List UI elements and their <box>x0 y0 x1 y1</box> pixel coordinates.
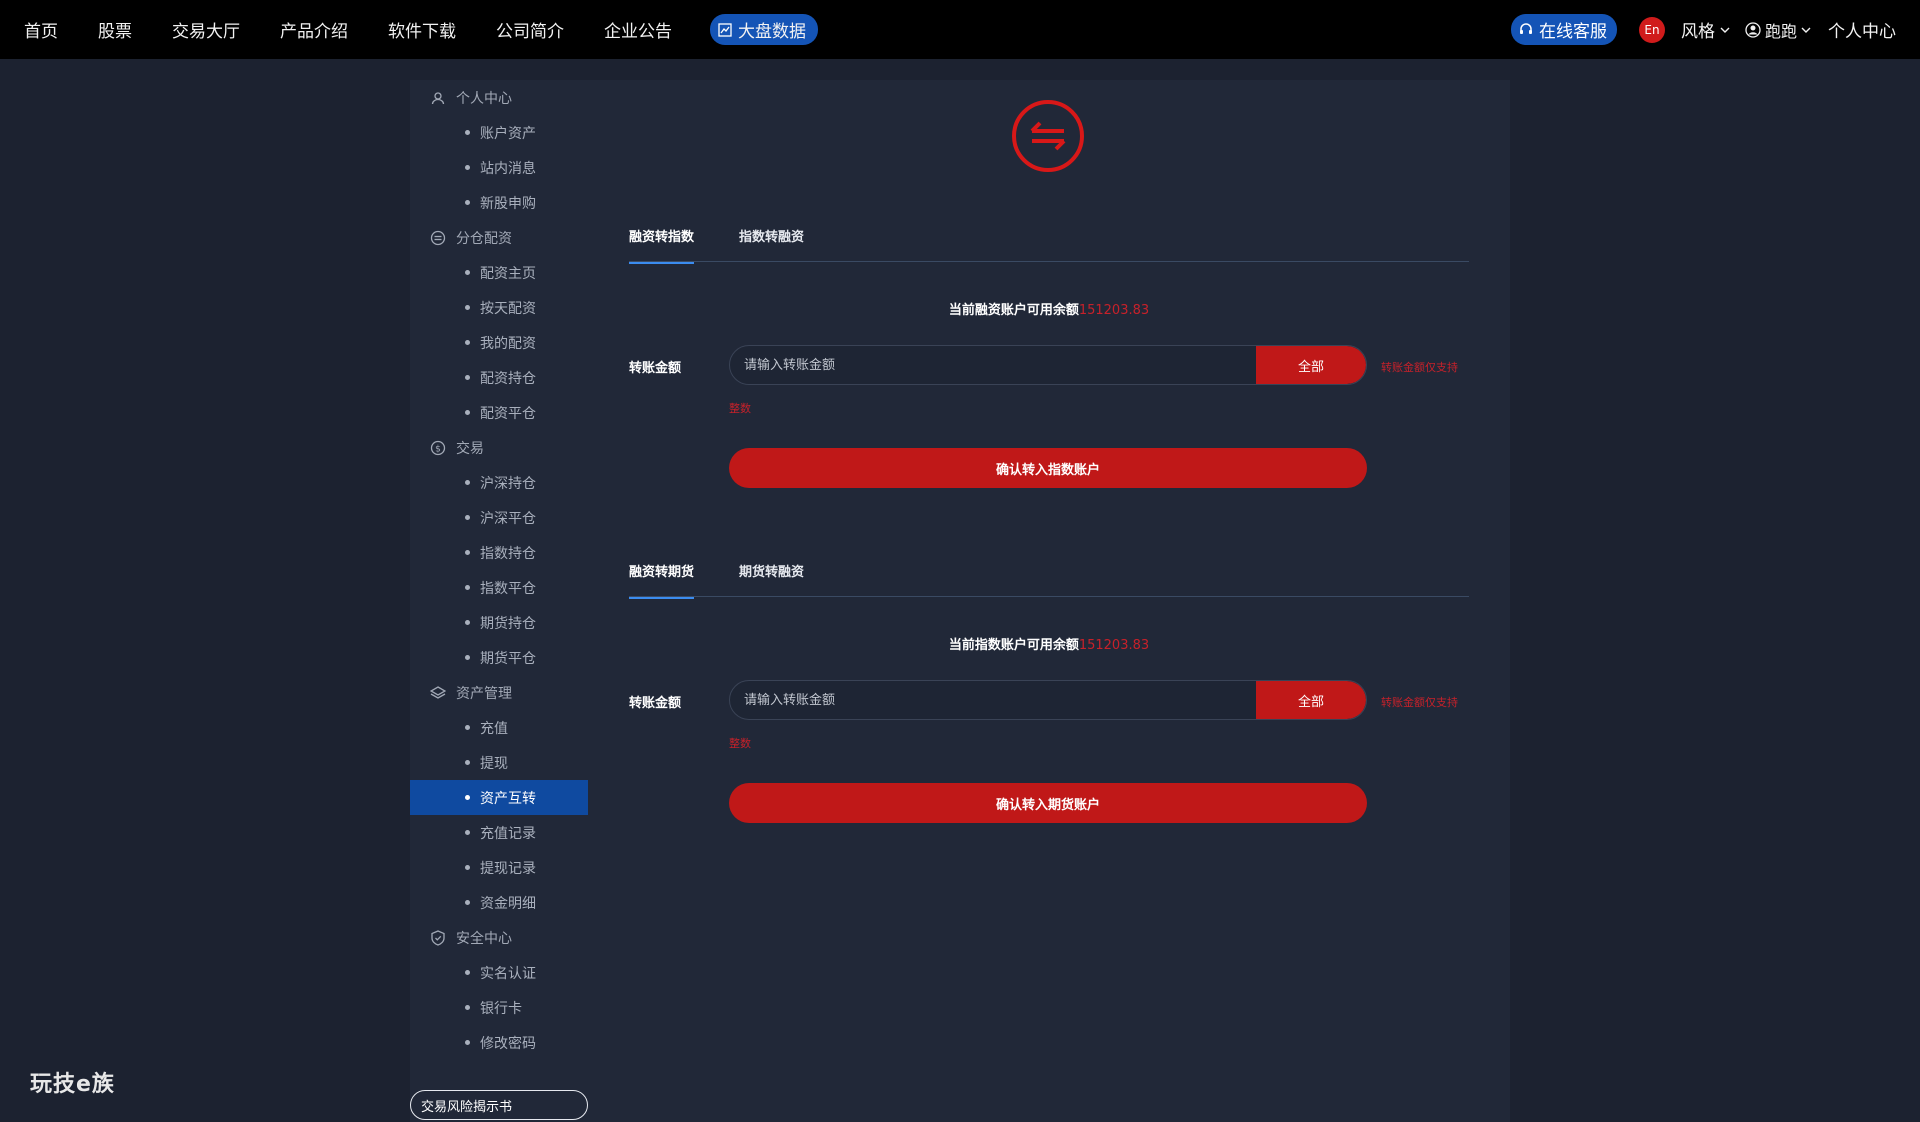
index-balance: 当前指数账户可用余额151203.83 <box>948 638 1150 653</box>
sidebar-item-allocation-positions[interactable]: 配资持仓 <box>410 360 588 395</box>
nav-download[interactable]: 软件下载 <box>388 17 456 42</box>
sidebar-item-messages[interactable]: 站内消息 <box>410 150 588 185</box>
sidebar: 个人中心 账户资产 站内消息 新股申购 分仓配资 配资主页 按天配资 我的配资 … <box>410 80 588 1122</box>
risk-disclosure-button[interactable]: 交易风险揭示书 <box>410 1090 588 1120</box>
nav-trading-hall[interactable]: 交易大厅 <box>172 17 240 42</box>
sidebar-item-allocation-home[interactable]: 配资主页 <box>410 255 588 290</box>
sidebar-item-deposit-records[interactable]: 充值记录 <box>410 815 588 850</box>
chevron-down-icon <box>1719 24 1731 36</box>
sidebar-group-label: 资产管理 <box>456 686 512 702</box>
sidebar-item-ipo[interactable]: 新股申购 <box>410 185 588 220</box>
sidebar-item-account-assets[interactable]: 账户资产 <box>410 115 588 150</box>
sidebar-item-bank-card[interactable]: 银行卡 <box>410 990 588 1025</box>
sidebar-item-withdraw-records[interactable]: 提现记录 <box>410 850 588 885</box>
confirm-transfer-futures-button[interactable]: 确认转入期货账户 <box>729 783 1367 823</box>
avatar-icon <box>1745 21 1761 38</box>
main-panel: 个人中心 账户资产 站内消息 新股申购 分仓配资 配资主页 按天配资 我的配资 … <box>410 80 1510 1122</box>
sidebar-group-label: 安全中心 <box>456 931 512 947</box>
sidebar-item-deposit[interactable]: 充值 <box>410 710 588 745</box>
nav-products[interactable]: 产品介绍 <box>280 17 348 42</box>
style-label: 风格 <box>1680 22 1715 42</box>
amount-hint-2: 转账金额仅支持 <box>1381 696 1458 709</box>
sidebar-item-index-positions[interactable]: 指数持仓 <box>410 535 588 570</box>
header-right: 在线客服 En 风格 跑跑 个人中心 <box>1510 0 1896 59</box>
amount-input-1[interactable] <box>730 346 1256 384</box>
tab-futures-to-financing[interactable]: 期货转融资 <box>739 561 804 590</box>
sidebar-group-label: 个人中心 <box>456 91 512 107</box>
personal-center-link[interactable]: 个人中心 <box>1828 17 1896 42</box>
exchange-icon <box>430 230 446 246</box>
sidebar-item-change-password[interactable]: 修改密码 <box>410 1025 588 1060</box>
transfer-tabs-1: 融资转指数 指数转融资 <box>629 226 1469 264</box>
language-switch[interactable]: En <box>1638 16 1665 43</box>
amount-input-2[interactable] <box>730 681 1256 719</box>
sidebar-group-label: 分仓配资 <box>456 231 512 247</box>
sidebar-item-fund-details[interactable]: 资金明细 <box>410 885 588 920</box>
sidebar-item-futures-closed[interactable]: 期货平仓 <box>410 640 588 675</box>
transfer-icon <box>1010 98 1086 174</box>
amount-field-2: 全部 <box>729 680 1367 720</box>
confirm-transfer-index-button[interactable]: 确认转入指数账户 <box>729 448 1367 488</box>
financing-balance: 当前融资账户可用余额151203.83 <box>948 303 1150 318</box>
nav-market-data[interactable]: 大盘数据 <box>710 14 818 45</box>
nav-home[interactable]: 首页 <box>24 17 58 42</box>
user-menu[interactable]: 跑跑 <box>1745 18 1812 42</box>
sidebar-item-allocation-closed[interactable]: 配资平仓 <box>410 395 588 430</box>
nav-stocks[interactable]: 股票 <box>98 17 132 42</box>
style-dropdown[interactable]: 风格 <box>1681 17 1731 42</box>
layers-icon <box>430 685 446 701</box>
sidebar-item-my-allocation[interactable]: 我的配资 <box>410 325 588 360</box>
sidebar-group-allocation[interactable]: 分仓配资 <box>430 228 512 248</box>
headset-icon <box>1519 22 1533 37</box>
online-service-button[interactable]: 在线客服 <box>1510 14 1617 45</box>
amount-field-1: 全部 <box>729 345 1367 385</box>
main-nav: 首页 股票 交易大厅 产品介绍 软件下载 公司简介 企业公告 大盘数据 <box>24 0 858 59</box>
sidebar-item-futures-positions[interactable]: 期货持仓 <box>410 605 588 640</box>
sidebar-item-sh-sz-positions[interactable]: 沪深持仓 <box>410 465 588 500</box>
sidebar-item-daily-allocation[interactable]: 按天配资 <box>410 290 588 325</box>
sidebar-group-security[interactable]: 安全中心 <box>430 928 512 948</box>
watermark: 玩技e族 <box>30 1072 115 1097</box>
sidebar-item-index-closed[interactable]: 指数平仓 <box>410 570 588 605</box>
sidebar-item-asset-transfer[interactable]: 资产互转 <box>410 780 588 815</box>
svg-text:$: $ <box>435 445 441 455</box>
sidebar-item-sh-sz-closed[interactable]: 沪深平仓 <box>410 500 588 535</box>
tab-financing-to-index[interactable]: 融资转指数 <box>629 226 695 264</box>
chart-icon <box>718 22 732 37</box>
nav-announcements[interactable]: 企业公告 <box>604 17 672 42</box>
coin-icon: $ <box>430 440 446 456</box>
amount-hint-sub-2: 整数 <box>729 737 751 750</box>
amount-hint-sub-1: 整数 <box>729 402 751 415</box>
amount-label-1: 转账金额 <box>629 361 682 376</box>
chevron-down-icon <box>1800 24 1812 36</box>
user-icon <box>430 90 446 106</box>
sidebar-group-personal[interactable]: 个人中心 <box>430 88 512 108</box>
sidebar-group-label: 交易 <box>456 441 484 457</box>
all-amount-button-2[interactable]: 全部 <box>1256 681 1366 719</box>
nav-company[interactable]: 公司简介 <box>496 17 564 42</box>
sidebar-item-withdraw[interactable]: 提现 <box>410 745 588 780</box>
tab-financing-to-futures[interactable]: 融资转期货 <box>629 561 695 599</box>
index-balance-value: 151203.83 <box>1078 638 1150 653</box>
tab-index-to-financing[interactable]: 指数转融资 <box>739 226 804 255</box>
sidebar-group-trading[interactable]: $ 交易 <box>430 438 484 458</box>
amount-hint-1: 转账金额仅支持 <box>1381 361 1458 374</box>
top-navigation-bar: 首页 股票 交易大厅 产品介绍 软件下载 公司简介 企业公告 大盘数据 在线客服… <box>0 0 1920 59</box>
sidebar-item-real-name[interactable]: 实名认证 <box>410 955 588 990</box>
transfer-tabs-2: 融资转期货 期货转融资 <box>629 561 1469 599</box>
sidebar-group-assets[interactable]: 资产管理 <box>430 683 512 703</box>
financing-balance-value: 151203.83 <box>1078 303 1150 318</box>
online-service-label: 在线客服 <box>1538 22 1607 42</box>
amount-label-2: 转账金额 <box>629 696 682 711</box>
all-amount-button-1[interactable]: 全部 <box>1256 346 1366 384</box>
shield-icon <box>430 930 446 946</box>
username: 跑跑 <box>1764 21 1797 41</box>
nav-market-data-label: 大盘数据 <box>738 22 806 42</box>
